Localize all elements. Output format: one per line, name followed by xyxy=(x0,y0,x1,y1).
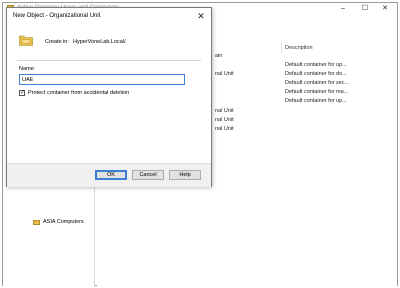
protect-checkbox[interactable]: ✓ xyxy=(19,90,25,96)
close-icon[interactable]: ✕ xyxy=(195,10,207,22)
list-item-description: Default container for up... xyxy=(285,98,347,104)
list-item-description: Default container for up... xyxy=(285,62,347,68)
name-input[interactable] xyxy=(19,74,185,85)
name-label: Name: xyxy=(19,66,36,72)
list-item-type: nal Unit xyxy=(215,117,234,123)
dialog-body: Create in: HyperVoneLab.Local/ Name: ✓ P… xyxy=(7,24,211,163)
ok-button[interactable]: OK xyxy=(95,170,127,180)
protect-checkbox-label[interactable]: Protect container from accidental deleti… xyxy=(28,90,129,96)
list-item-type: nal Unit xyxy=(215,71,234,77)
close-icon[interactable]: ✕ xyxy=(375,3,395,15)
create-in-path: HyperVoneLab.Local/ xyxy=(73,39,126,45)
column-separator[interactable] xyxy=(281,43,282,53)
list-item-type: ain xyxy=(215,53,223,59)
help-button[interactable]: Help xyxy=(169,170,201,180)
tree-item-asia-computers[interactable]: ASIA Computers xyxy=(33,219,84,225)
list-item-description: Default container for do... xyxy=(285,71,347,77)
list-item-description: Default container for ma... xyxy=(285,89,349,95)
new-ou-dialog: New Object - Organizational Unit ✕ Creat… xyxy=(6,7,212,187)
dialog-title: New Object - Organizational Unit xyxy=(13,13,101,19)
organizational-unit-icon xyxy=(19,35,33,46)
cancel-button[interactable]: Cancel xyxy=(132,170,164,180)
tree-item-label: ASIA Computers xyxy=(43,219,84,225)
maximize-icon[interactable]: ☐ xyxy=(355,3,375,15)
divider xyxy=(17,60,201,61)
protect-checkbox-row[interactable]: ✓ Protect container from accidental dele… xyxy=(19,90,129,96)
minimize-icon[interactable]: – xyxy=(333,3,353,15)
dialog-footer: OK Cancel Help xyxy=(7,163,211,187)
column-header-description[interactable]: Description xyxy=(285,45,313,51)
create-in-label: Create in: xyxy=(45,39,69,45)
ou-folder-icon xyxy=(33,219,40,225)
dialog-titlebar[interactable]: New Object - Organizational Unit ✕ xyxy=(7,8,211,24)
list-item-description: Default container for sec... xyxy=(285,80,350,86)
list-item-type: nal Unit xyxy=(215,108,234,114)
list-item-type: nal Unit xyxy=(215,126,234,132)
